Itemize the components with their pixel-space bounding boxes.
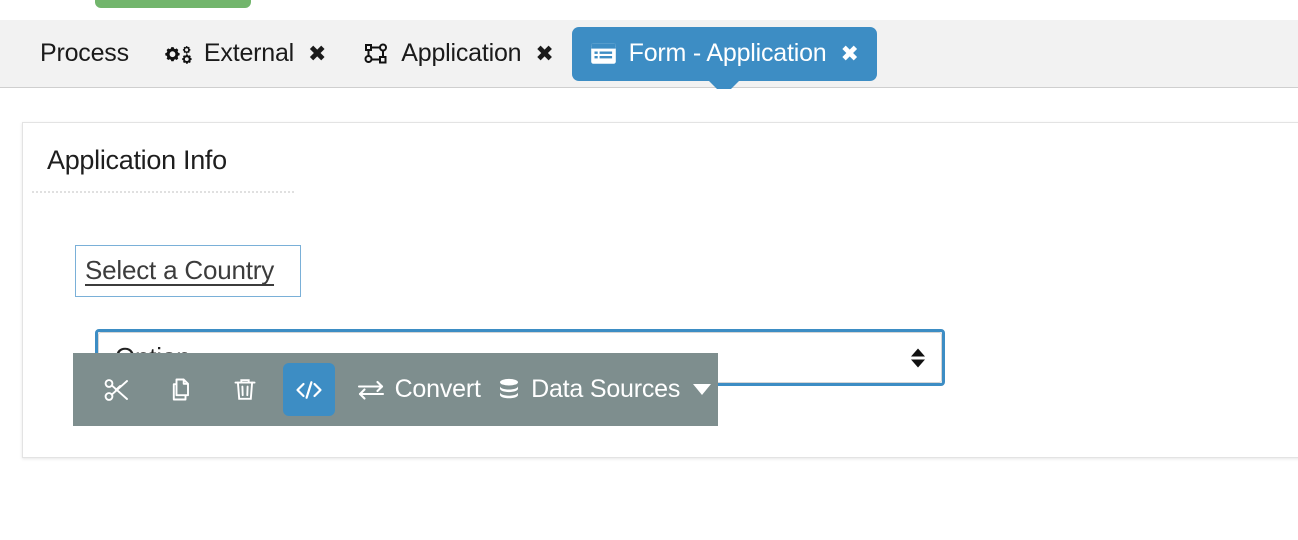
- arrow-down-icon: [911, 359, 925, 367]
- tab-close-icon[interactable]: ✖: [308, 42, 326, 65]
- tab-label: Process: [40, 39, 129, 67]
- arrow-up-icon: [911, 348, 925, 356]
- database-icon: [496, 377, 522, 403]
- tab-form-application[interactable]: Form - Application ✖: [571, 26, 877, 96]
- app-screen: Process External ✖ Application ✖ Form - …: [0, 0, 1298, 540]
- sitemap-icon: [362, 41, 390, 67]
- code-icon: [294, 377, 324, 403]
- top-strip: [0, 0, 1298, 20]
- exchange-icon: [356, 378, 386, 402]
- cogs-icon: [165, 41, 193, 67]
- chevron-down-icon: [693, 384, 712, 395]
- tab-close-icon[interactable]: ✖: [841, 42, 859, 65]
- copy-button[interactable]: [155, 363, 207, 416]
- tab-process[interactable]: Process: [22, 27, 147, 81]
- tab-label: Application: [401, 39, 522, 67]
- tab-label: Form - Application: [628, 39, 827, 67]
- xml-code-button[interactable]: [283, 363, 335, 416]
- copy-icon: [167, 376, 195, 404]
- tab-label: External: [203, 39, 295, 67]
- label-field-selection[interactable]: Select a Country: [75, 245, 301, 297]
- convert-label: Convert: [394, 375, 481, 403]
- tab-bar: Process External ✖ Application ✖ Form - …: [0, 20, 1298, 96]
- data-sources-button[interactable]: Data Sources: [489, 363, 718, 416]
- green-action-button[interactable]: [95, 0, 251, 8]
- section-title: Application Info: [47, 145, 227, 175]
- cut-button[interactable]: [91, 363, 143, 416]
- tab-application[interactable]: Application ✖: [344, 27, 571, 81]
- scissors-icon: [103, 376, 131, 404]
- select-stepper-icon[interactable]: [911, 348, 925, 367]
- convert-button[interactable]: Convert: [347, 363, 489, 416]
- tab-close-icon[interactable]: ✖: [535, 42, 553, 65]
- form-canvas: Application Info Select a Country Option: [0, 89, 1298, 540]
- data-sources-label: Data Sources: [531, 375, 681, 403]
- section-divider: [32, 191, 294, 193]
- tab-external[interactable]: External ✖: [147, 27, 344, 81]
- form-window-icon: [590, 41, 618, 67]
- element-toolbar: Convert Data Sources: [73, 353, 718, 426]
- trash-icon: [232, 376, 258, 404]
- delete-button[interactable]: [219, 363, 271, 416]
- label-field-text: Select a Country: [85, 255, 275, 285]
